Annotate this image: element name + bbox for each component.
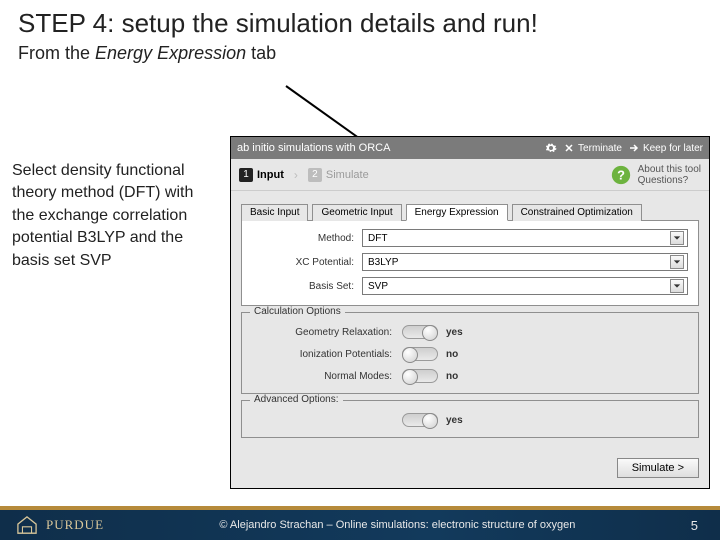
slide-title: STEP 4: setup the simulation details and…	[0, 0, 720, 43]
instruction-text: Select density functional theory method …	[12, 160, 212, 272]
basis-label: Basis Set:	[252, 281, 362, 292]
tab-energy-expression[interactable]: Energy Expression	[406, 204, 508, 221]
step-simulate[interactable]: 2Simulate	[308, 168, 369, 182]
page-number: 5	[691, 518, 720, 533]
questions-link[interactable]: Questions?	[638, 175, 701, 186]
arrow-right-icon	[628, 142, 640, 154]
tab-geometric-input[interactable]: Geometric Input	[312, 204, 401, 221]
copyright: © Alejandro Strachan – Online simulation…	[104, 519, 691, 531]
geom-relax-label: Geometry Relaxation:	[252, 327, 402, 338]
close-icon	[563, 142, 575, 154]
tabs: Basic Input Geometric Input Energy Expre…	[241, 203, 699, 220]
ion-pot-toggle[interactable]	[402, 347, 438, 361]
orca-window: ab initio simulations with ORCA Terminat…	[230, 136, 710, 489]
advanced-options: Advanced Options: yes	[241, 400, 699, 438]
ion-pot-label: Ionization Potentials:	[252, 349, 402, 360]
geom-relax-toggle[interactable]	[402, 325, 438, 339]
slide-subtitle: From the Energy Expression tab	[0, 43, 720, 64]
titlebar: ab initio simulations with ORCA Terminat…	[231, 137, 709, 159]
settings-button[interactable]	[545, 142, 557, 154]
method-label: Method:	[252, 233, 362, 244]
window-title: ab initio simulations with ORCA	[237, 142, 537, 154]
chevron-down-icon	[670, 255, 684, 269]
advanced-value: yes	[446, 415, 463, 426]
keep-for-later-button[interactable]: Keep for later	[628, 142, 703, 154]
normal-modes-value: no	[446, 371, 458, 382]
step-bar: 1Input › 2Simulate ? About this tool Que…	[231, 159, 709, 191]
chevron-right-icon: ›	[294, 168, 298, 182]
calc-options-legend: Calculation Options	[250, 306, 345, 317]
about-tool-link[interactable]: About this tool	[638, 164, 701, 175]
advanced-options-legend: Advanced Options:	[250, 394, 343, 405]
normal-modes-label: Normal Modes:	[252, 371, 402, 382]
basis-set-select[interactable]: SVP	[362, 277, 688, 295]
purdue-logo-text: PURDUE	[46, 517, 104, 533]
tab-basic-input[interactable]: Basic Input	[241, 204, 308, 221]
advanced-toggle[interactable]	[402, 413, 438, 427]
xc-label: XC Potential:	[252, 257, 362, 268]
geom-relax-value: yes	[446, 327, 463, 338]
xc-potential-select[interactable]: B3LYP	[362, 253, 688, 271]
chevron-down-icon	[670, 279, 684, 293]
chevron-down-icon	[670, 231, 684, 245]
gear-icon	[545, 142, 557, 154]
step-input[interactable]: 1Input	[239, 168, 284, 182]
nanohub-logo-icon	[16, 515, 38, 535]
normal-modes-toggle[interactable]	[402, 369, 438, 383]
help-icon[interactable]: ?	[610, 164, 632, 186]
tab-constrained-optimization[interactable]: Constrained Optimization	[512, 204, 642, 221]
terminate-button[interactable]: Terminate	[563, 142, 622, 154]
method-select[interactable]: DFT	[362, 229, 688, 247]
simulate-button[interactable]: Simulate >	[617, 458, 699, 478]
footer: PURDUE © Alejandro Strachan – Online sim…	[0, 510, 720, 540]
tab-panel: Method: DFT XC Potential: B3LYP Basis Se…	[241, 220, 699, 306]
calc-options: Calculation Options Geometry Relaxation:…	[241, 312, 699, 394]
ion-pot-value: no	[446, 349, 458, 360]
svg-text:?: ?	[617, 167, 625, 182]
